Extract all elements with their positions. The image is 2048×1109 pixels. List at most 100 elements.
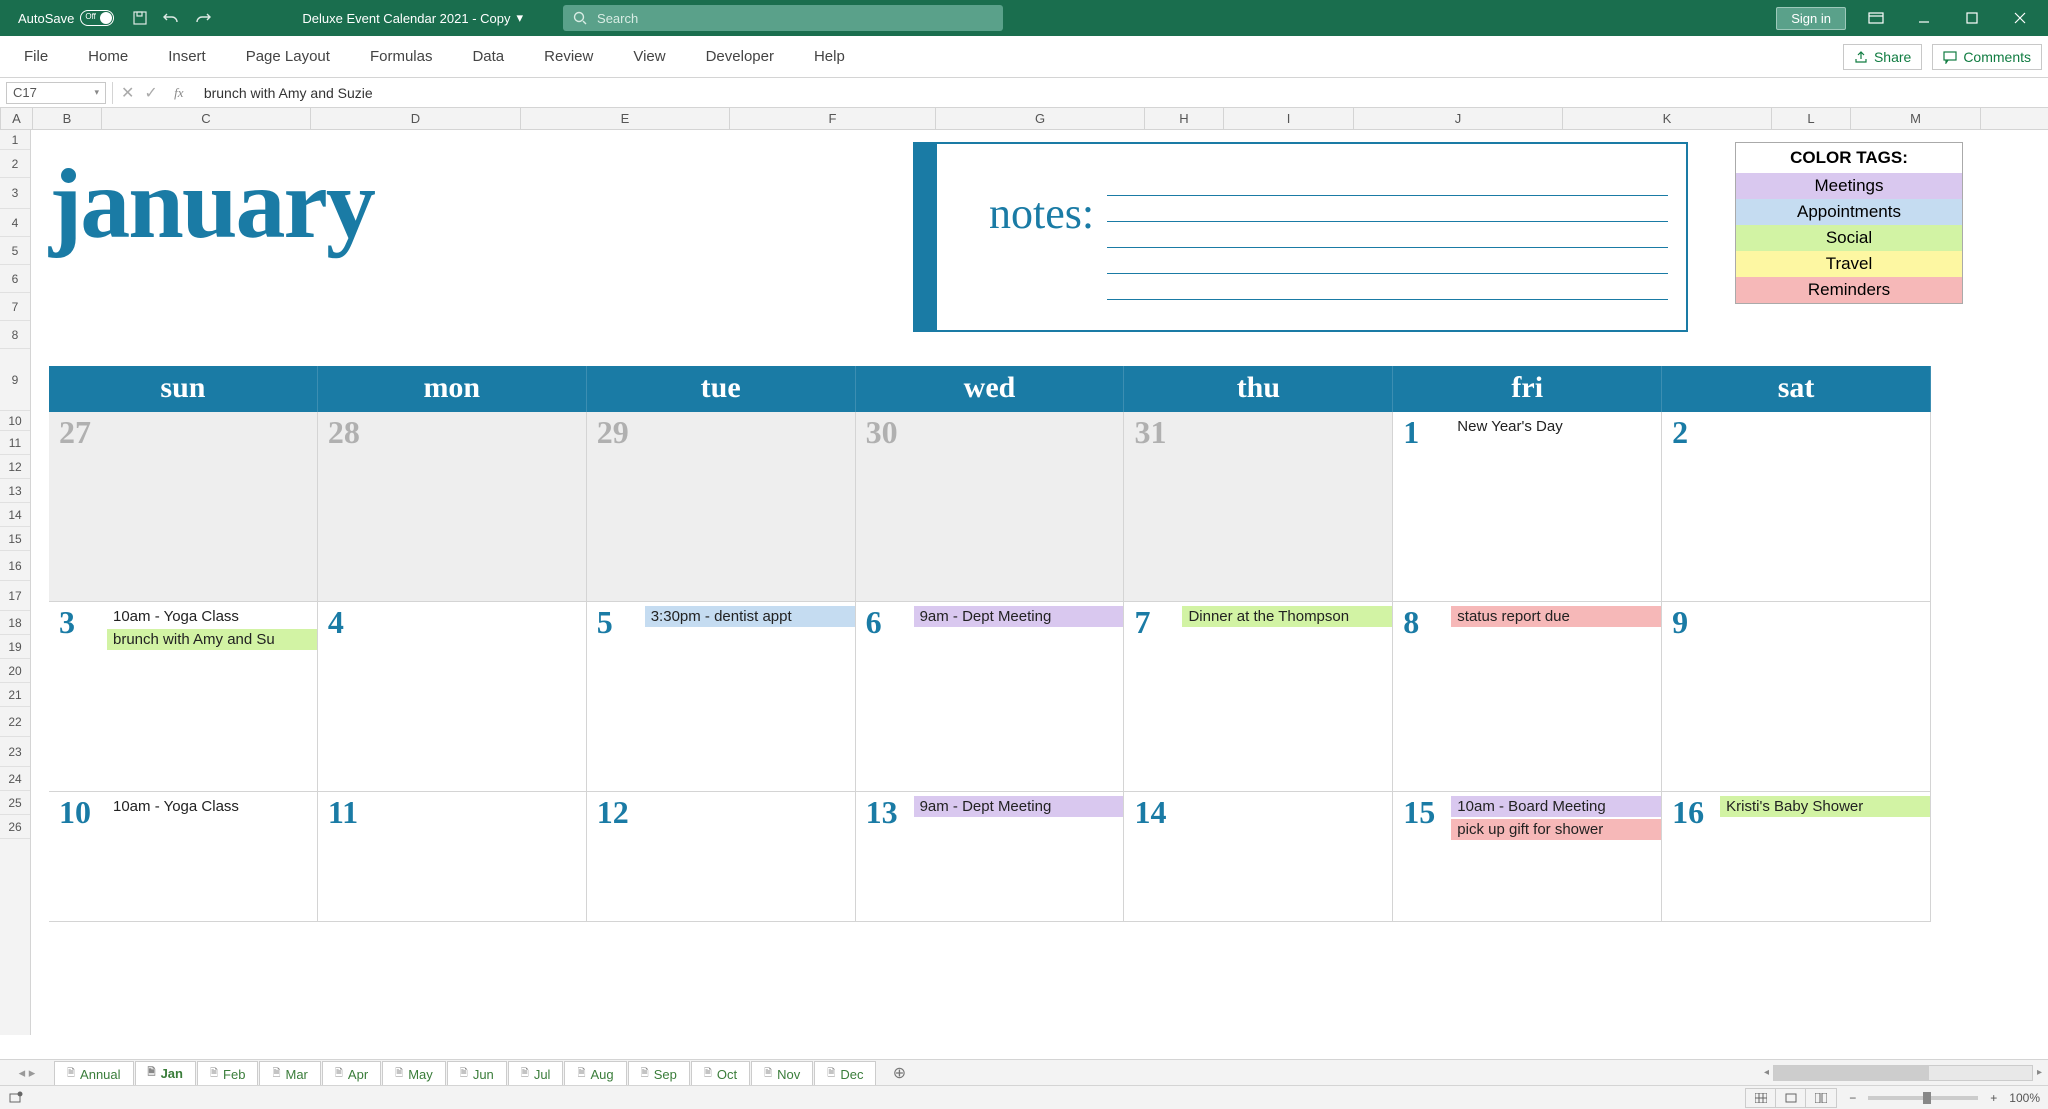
day-cell-8[interactable]: 8status report due bbox=[1393, 602, 1662, 791]
row-header-1[interactable]: 1 bbox=[0, 130, 30, 150]
sheet-tab-mar[interactable]: 🗎Mar bbox=[259, 1061, 320, 1087]
event-item[interactable]: brunch with Amy and Su bbox=[107, 629, 317, 650]
row-header-10[interactable]: 10 bbox=[0, 411, 30, 431]
day-cell-6[interactable]: 69am - Dept Meeting bbox=[856, 602, 1125, 791]
day-cell-10[interactable]: 1010am - Yoga Class bbox=[49, 792, 318, 921]
ribbon-tab-insert[interactable]: Insert bbox=[148, 38, 226, 75]
row-header-25[interactable]: 25 bbox=[0, 791, 30, 815]
normal-view-icon[interactable] bbox=[1746, 1089, 1776, 1107]
row-header-9[interactable]: 9 bbox=[0, 349, 30, 411]
row-header-5[interactable]: 5 bbox=[0, 237, 30, 265]
fx-icon[interactable]: fx bbox=[168, 82, 190, 104]
row-header-8[interactable]: 8 bbox=[0, 321, 30, 349]
col-header-F[interactable]: F bbox=[730, 108, 936, 129]
sheet-tab-jun[interactable]: 🗎Jun bbox=[447, 1061, 507, 1087]
col-header-L[interactable]: L bbox=[1772, 108, 1851, 129]
enter-icon[interactable]: ✓ bbox=[144, 83, 157, 103]
row-header-12[interactable]: 12 bbox=[0, 455, 30, 479]
sheet-tab-sep[interactable]: 🗎Sep bbox=[628, 1061, 690, 1087]
event-item[interactable]: Kristi's Baby Shower bbox=[1720, 796, 1930, 817]
row-header-4[interactable]: 4 bbox=[0, 209, 30, 237]
horizontal-scroll[interactable]: ◂ ▸ bbox=[1758, 1064, 2048, 1082]
search-box[interactable]: Search bbox=[563, 5, 1003, 31]
zoom-in-icon[interactable]: + bbox=[1990, 1091, 1997, 1105]
day-cell-31[interactable]: 31 bbox=[1124, 412, 1393, 601]
day-cell-11[interactable]: 11 bbox=[318, 792, 587, 921]
formula-input[interactable]: brunch with Amy and Suzie bbox=[190, 85, 2048, 101]
zoom-value[interactable]: 100% bbox=[2009, 1091, 2040, 1105]
event-item[interactable]: Dinner at the Thompson bbox=[1182, 606, 1392, 627]
sheet-tab-jan[interactable]: 🗎Jan bbox=[135, 1061, 196, 1087]
record-macro-icon[interactable] bbox=[8, 1090, 24, 1106]
day-cell-28[interactable]: 28 bbox=[318, 412, 587, 601]
comments-button[interactable]: Comments bbox=[1932, 44, 2042, 70]
name-box[interactable]: C17▾ bbox=[6, 82, 106, 104]
day-cell-29[interactable]: 29 bbox=[587, 412, 856, 601]
day-cell-12[interactable]: 12 bbox=[587, 792, 856, 921]
sheet-tab-nov[interactable]: 🗎Nov bbox=[751, 1061, 813, 1087]
event-item[interactable]: New Year's Day bbox=[1451, 416, 1661, 437]
cancel-icon[interactable]: ✕ bbox=[121, 83, 134, 103]
add-sheet-button[interactable]: ⊕ bbox=[885, 1063, 913, 1083]
event-item[interactable]: 10am - Yoga Class bbox=[107, 606, 317, 627]
share-button[interactable]: Share bbox=[1843, 44, 1922, 70]
row-header-20[interactable]: 20 bbox=[0, 659, 30, 683]
col-header-A[interactable]: A bbox=[1, 108, 33, 129]
save-icon[interactable] bbox=[132, 10, 148, 26]
row-header-7[interactable]: 7 bbox=[0, 293, 30, 321]
sheet-tab-dec[interactable]: 🗎Dec bbox=[814, 1061, 876, 1087]
day-cell-14[interactable]: 14 bbox=[1124, 792, 1393, 921]
row-header-13[interactable]: 13 bbox=[0, 479, 30, 503]
ribbon-tab-home[interactable]: Home bbox=[68, 38, 148, 75]
day-cell-9[interactable]: 9 bbox=[1662, 602, 1931, 791]
col-header-B[interactable]: B bbox=[33, 108, 102, 129]
zoom-out-icon[interactable]: − bbox=[1849, 1091, 1856, 1105]
event-item[interactable]: pick up gift for shower bbox=[1451, 819, 1661, 840]
day-cell-4[interactable]: 4 bbox=[318, 602, 587, 791]
row-header-17[interactable]: 17 bbox=[0, 581, 30, 611]
row-header-18[interactable]: 18 bbox=[0, 611, 30, 635]
day-cell-13[interactable]: 139am - Dept Meeting bbox=[856, 792, 1125, 921]
day-cell-5[interactable]: 53:30pm - dentist appt bbox=[587, 602, 856, 791]
day-cell-30[interactable]: 30 bbox=[856, 412, 1125, 601]
signin-button[interactable]: Sign in bbox=[1776, 7, 1846, 30]
day-cell-3[interactable]: 310am - Yoga Classbrunch with Amy and Su bbox=[49, 602, 318, 791]
col-header-J[interactable]: J bbox=[1354, 108, 1563, 129]
undo-icon[interactable] bbox=[162, 10, 180, 26]
ribbon-tab-formulas[interactable]: Formulas bbox=[350, 38, 453, 75]
sheet-tab-oct[interactable]: 🗎Oct bbox=[691, 1061, 750, 1087]
page-layout-view-icon[interactable] bbox=[1776, 1089, 1806, 1107]
close-icon[interactable] bbox=[2002, 4, 2038, 32]
row-header-22[interactable]: 22 bbox=[0, 707, 30, 737]
event-item[interactable]: 10am - Board Meeting bbox=[1451, 796, 1661, 817]
row-header-11[interactable]: 11 bbox=[0, 431, 30, 455]
minimize-icon[interactable] bbox=[1906, 4, 1942, 32]
redo-icon[interactable] bbox=[194, 10, 212, 26]
event-item[interactable]: 10am - Yoga Class bbox=[107, 796, 317, 817]
col-header-N[interactable]: N bbox=[1981, 108, 2048, 129]
ribbon-tab-file[interactable]: File bbox=[4, 38, 68, 75]
event-item[interactable]: 9am - Dept Meeting bbox=[914, 796, 1124, 817]
event-item[interactable]: 9am - Dept Meeting bbox=[914, 606, 1124, 627]
page-break-view-icon[interactable] bbox=[1806, 1089, 1836, 1107]
ribbon-tab-help[interactable]: Help bbox=[794, 38, 865, 75]
row-header-14[interactable]: 14 bbox=[0, 503, 30, 527]
sheet-tab-jul[interactable]: 🗎Jul bbox=[508, 1061, 564, 1087]
day-cell-1[interactable]: 1New Year's Day bbox=[1393, 412, 1662, 601]
maximize-icon[interactable] bbox=[1954, 4, 1990, 32]
col-header-M[interactable]: M bbox=[1851, 108, 1981, 129]
sheet-tab-may[interactable]: 🗎May bbox=[382, 1061, 446, 1087]
autosave-toggle[interactable]: AutoSave Off bbox=[18, 10, 114, 26]
day-cell-7[interactable]: 7Dinner at the Thompson bbox=[1124, 602, 1393, 791]
row-header-19[interactable]: 19 bbox=[0, 635, 30, 659]
row-header-2[interactable]: 2 bbox=[0, 150, 30, 178]
day-cell-16[interactable]: 16Kristi's Baby Shower bbox=[1662, 792, 1931, 921]
event-item[interactable]: 3:30pm - dentist appt bbox=[645, 606, 855, 627]
sheet-tab-annual[interactable]: 🗎Annual bbox=[54, 1061, 134, 1087]
row-header-15[interactable]: 15 bbox=[0, 527, 30, 551]
col-header-C[interactable]: C bbox=[102, 108, 311, 129]
ribbon-display-icon[interactable] bbox=[1858, 4, 1894, 32]
col-header-I[interactable]: I bbox=[1224, 108, 1354, 129]
sheet-tab-apr[interactable]: 🗎Apr bbox=[322, 1061, 381, 1087]
ribbon-tab-data[interactable]: Data bbox=[452, 38, 524, 75]
